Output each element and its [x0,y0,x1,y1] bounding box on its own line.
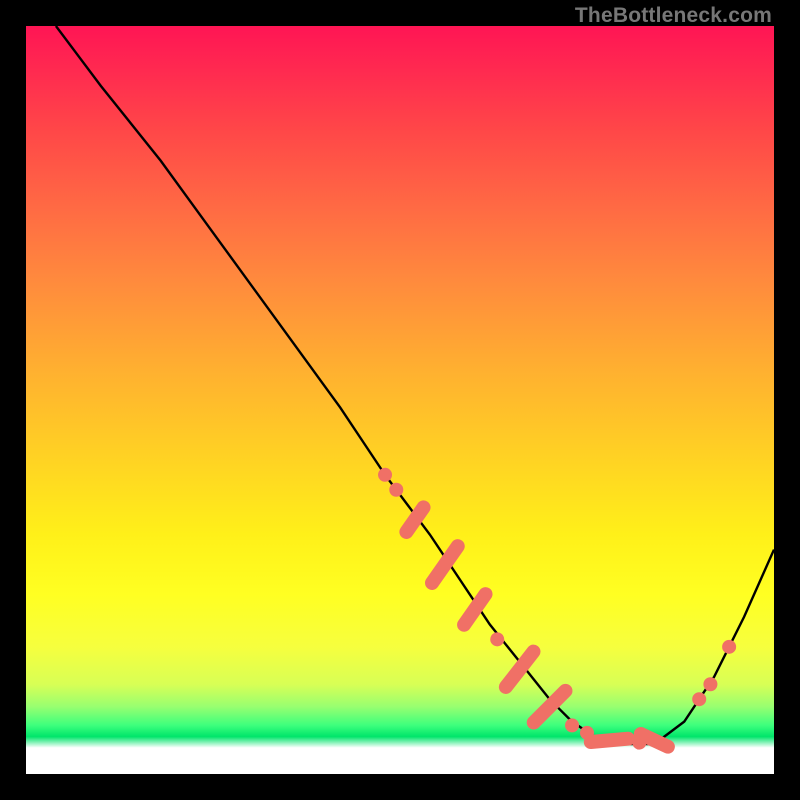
watermark-text: TheBottleneck.com [575,4,772,28]
curve-marker-dot [692,692,706,706]
bottleneck-curve-path [56,26,774,744]
curve-marker-dot [490,632,504,646]
curve-marker-pill [496,642,543,697]
bottleneck-curve [56,26,774,744]
curve-marker-pill [422,536,467,592]
curve-marker-dot [389,483,403,497]
chart-overlay [26,26,774,774]
curve-marker-dot [703,677,717,691]
curve-marker-pill [631,725,677,756]
curve-markers [378,468,736,756]
curve-marker-dot [722,640,736,654]
curve-marker-dot [565,718,579,732]
curve-marker-pill [397,498,434,542]
curve-marker-pill [454,584,495,634]
curve-marker-dot [378,468,392,482]
chart-frame [26,26,774,774]
